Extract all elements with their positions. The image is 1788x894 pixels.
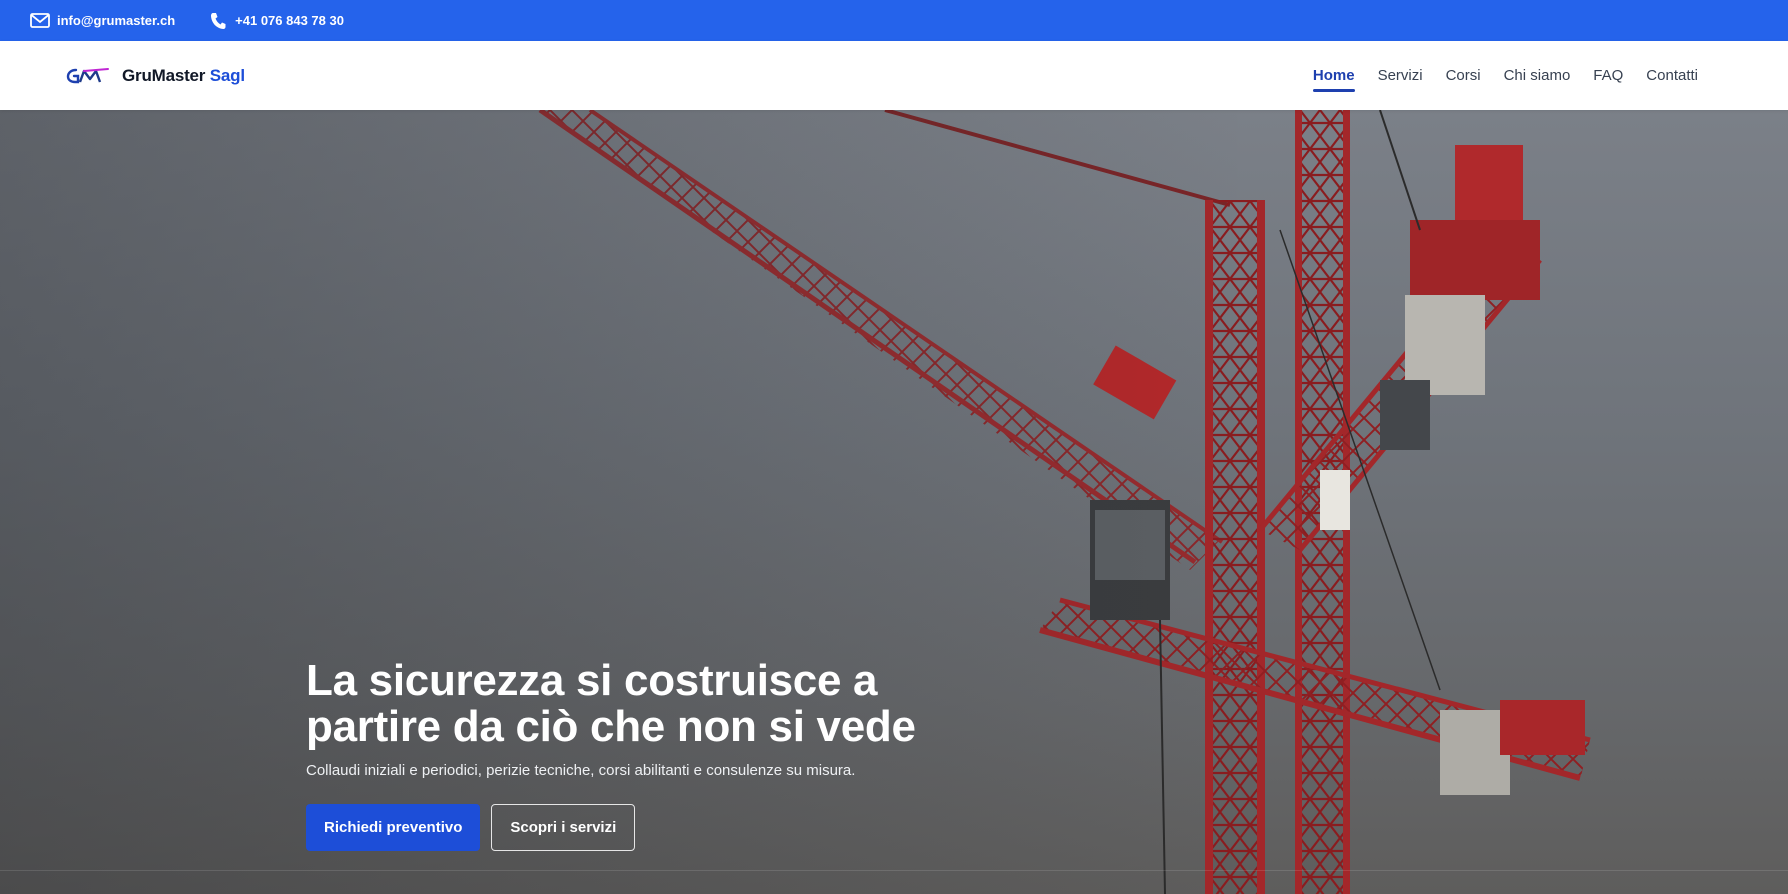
phone-icon [207,12,229,30]
request-quote-button[interactable]: Richiedi preventivo [306,804,481,851]
hero-section: La sicurezza si costruisce a partire da … [0,110,1788,894]
nav-contatti[interactable]: Contatti [1646,41,1698,110]
hero-content: La sicurezza si costruisce a partire da … [306,658,1066,851]
nav-faq[interactable]: FAQ [1593,41,1623,110]
topbar-email[interactable]: info@grumaster.ch [29,12,175,30]
nav-chi-siamo[interactable]: Chi siamo [1504,41,1571,110]
hero-divider [0,870,1788,871]
topbar-phone-text[interactable]: +41 076 843 78 30 [235,13,344,28]
brand-name: GruMaster Sagl [122,66,245,85]
main-nav: Home Servizi Corsi Chi siamo FAQ Contatt… [1290,41,1698,110]
hero-actions: Richiedi preventivo Scopri i servizi [306,804,1066,851]
nav-servizi[interactable]: Servizi [1378,41,1423,110]
logo-mark-icon [66,68,109,84]
brand-logo[interactable]: GruMaster Sagl [66,66,245,86]
brand-suffix: Sagl [209,66,245,85]
hero-title-line1: La sicurezza si costruisce a [306,656,878,705]
discover-services-button[interactable]: Scopri i servizi [491,804,636,851]
top-contact-bar: info@grumaster.ch +41 076 843 78 30 [0,0,1788,41]
topbar-email-text[interactable]: info@grumaster.ch [57,13,175,28]
hero-subtitle: Collaudi iniziali e periodici, perizie t… [306,762,856,779]
hero-title-line2: partire da ciò che non si vede [306,702,916,751]
nav-corsi[interactable]: Corsi [1446,41,1481,110]
topbar-phone[interactable]: +41 076 843 78 30 [207,12,344,30]
mail-icon [29,12,51,30]
site-header: GruMaster Sagl Home Servizi Corsi Chi si… [0,41,1788,110]
hero-title: La sicurezza si costruisce a partire da … [306,658,1066,750]
nav-home[interactable]: Home [1312,41,1355,110]
